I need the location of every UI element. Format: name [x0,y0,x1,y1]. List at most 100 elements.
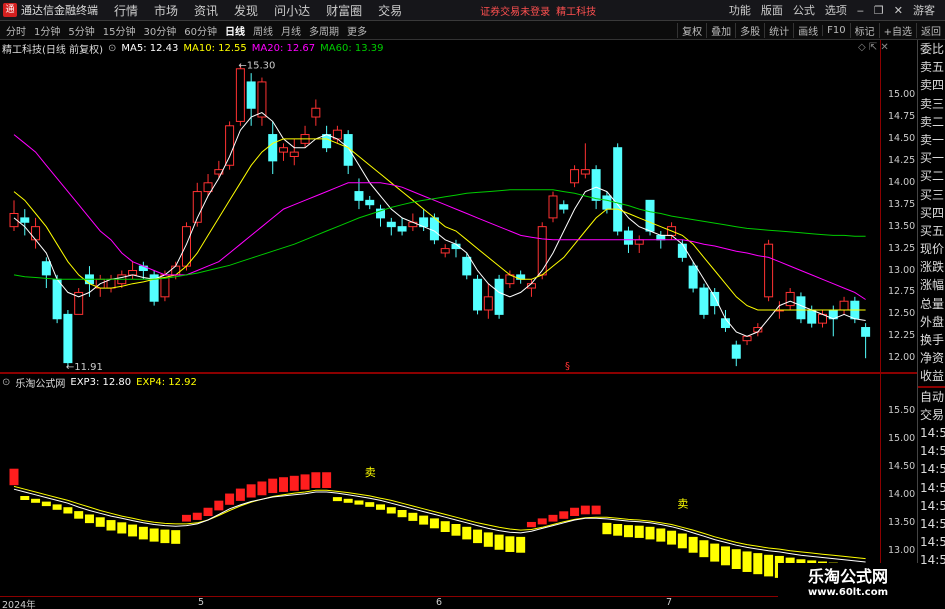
tab-multi-period[interactable]: 多周期 [309,23,339,38]
signal-bar [408,512,418,521]
side-label[interactable]: 换手 [918,331,945,349]
minimize-icon[interactable]: ‒ [857,4,864,17]
menu-markets[interactable]: 市场 [154,2,178,19]
tab-more[interactable]: 更多 [347,23,367,38]
tab-daily[interactable]: 日线 [225,23,245,38]
menu-discover[interactable]: 发现 [234,2,258,19]
date-tick: 7 [666,597,673,608]
side-label[interactable]: 外盘 [918,313,945,331]
side-label[interactable]: 买三 [918,186,945,204]
signal-bar [429,518,439,529]
menu-wealth[interactable]: 财富圈 [326,2,362,19]
settings-icon[interactable]: ⊙ [108,43,116,54]
side-label[interactable]: 买二 [918,167,945,185]
sub-chart-header: ⊙ 乐淘公式网 EXP3: 12.80 EXP4: 12.92 [2,375,202,390]
side-label[interactable]: 委比 [918,40,945,58]
tab-15min[interactable]: 15分钟 [103,23,136,38]
candle-body [203,182,213,193]
side-label[interactable]: 收益 [918,367,945,385]
section-marker: § [565,361,570,372]
side-label[interactable]: 净资 [918,349,945,367]
f10-button[interactable]: F10 [822,24,849,36]
signal-bar [656,528,666,542]
back-button[interactable]: 返回 [916,22,945,38]
side-label[interactable]: 卖五 [918,58,945,76]
side-label[interactable]: 总量 [918,295,945,313]
side-label[interactable]: 卖四 [918,76,945,94]
menu-news[interactable]: 资讯 [194,2,218,19]
candlestick-chart[interactable]: ←15.30 ←11.91 § [0,55,880,372]
overlay-button[interactable]: 叠加 [706,22,735,38]
tab-monthly[interactable]: 月线 [281,23,301,38]
mark-button[interactable]: 标记 [849,22,879,38]
side-label[interactable]: 涨幅 [918,276,945,294]
candle-body [807,309,817,324]
menu-trade[interactable]: 交易 [378,2,402,19]
candle-body [839,300,849,311]
signal-bar [332,497,342,502]
side-label[interactable]: 卖二 [918,113,945,131]
candle-body [634,239,644,245]
statistics-button[interactable]: 统计 [764,22,793,38]
signal-bar [300,474,310,490]
menu-function[interactable]: 功能 [729,2,751,18]
adjust-button[interactable]: 复权 [677,22,706,38]
candle-body [591,169,601,201]
signal-bar [613,524,623,536]
sub-settings-icon[interactable]: ⊙ [2,377,10,388]
signal-bar [645,526,655,540]
signal-bar [246,484,256,498]
indicator-chart[interactable]: 卖卖 [0,389,880,595]
side-label[interactable]: 买一 [918,149,945,167]
menu-ask[interactable]: 问小达 [274,2,310,19]
candle-body [677,243,687,258]
side-sub-label[interactable]: 交易 [918,406,945,424]
side-label[interactable]: 涨跌 [918,258,945,276]
side-sub-label: 14:56 [920,535,945,550]
menu-formula[interactable]: 公式 [793,2,815,18]
tab-1min[interactable]: 1分钟 [34,23,60,38]
side-label[interactable]: 现价 [918,240,945,258]
side-label[interactable]: 买五 [918,222,945,240]
signal-bar [343,498,353,503]
signal-bar [386,507,396,514]
indicator-tick: 15.50 [888,404,916,416]
side-sub-label: 14:56 [920,462,945,477]
panel-controls-icon[interactable]: ◇ ⇱ ✕ [858,42,889,53]
side-sub-label[interactable]: 自动 [918,388,945,406]
date-axis: 2024年 5 6 7 [0,596,880,609]
tab-60min[interactable]: 60分钟 [184,23,217,38]
signal-bar [720,546,730,566]
side-label[interactable]: 卖一 [918,131,945,149]
tab-weekly[interactable]: 周线 [253,23,273,38]
draw-line-button[interactable]: 画线 [793,22,822,38]
side-label[interactable]: 卖三 [918,95,945,113]
candle-body [181,226,191,267]
signal-bar [677,533,687,549]
stock-title: 精工科技(日线 前复权) [2,44,103,56]
close-icon[interactable]: ✕ [894,4,903,17]
multi-stock-button[interactable]: 多股 [735,22,764,38]
user-label[interactable]: 游客 [913,2,935,18]
tab-5min[interactable]: 5分钟 [68,23,94,38]
watermark-url: www.60lt.com [807,587,888,598]
signal-bar [667,530,677,545]
signal-bar [537,518,547,525]
tab-intraday[interactable]: 分时 [6,23,26,38]
login-warning[interactable]: 证券交易未登录 [480,3,550,18]
signal-bar [128,524,138,537]
signal-bar [397,510,407,518]
candle-body [548,195,558,219]
menu-options[interactable]: 选项 [825,2,847,18]
price-tick: 12.00 [888,352,916,364]
menu-market[interactable]: 行情 [114,2,138,19]
signal-bar [623,525,633,538]
candle-body [41,261,51,276]
side-label[interactable]: 买四 [918,204,945,222]
menu-layout[interactable]: 版面 [761,2,783,18]
restore-icon[interactable]: ❐ [874,4,884,17]
add-watchlist-button[interactable]: +自选 [878,22,916,38]
side-sub-label: 14:56 [920,553,945,568]
signal-bar [505,536,515,552]
tab-30min[interactable]: 30分钟 [143,23,176,38]
